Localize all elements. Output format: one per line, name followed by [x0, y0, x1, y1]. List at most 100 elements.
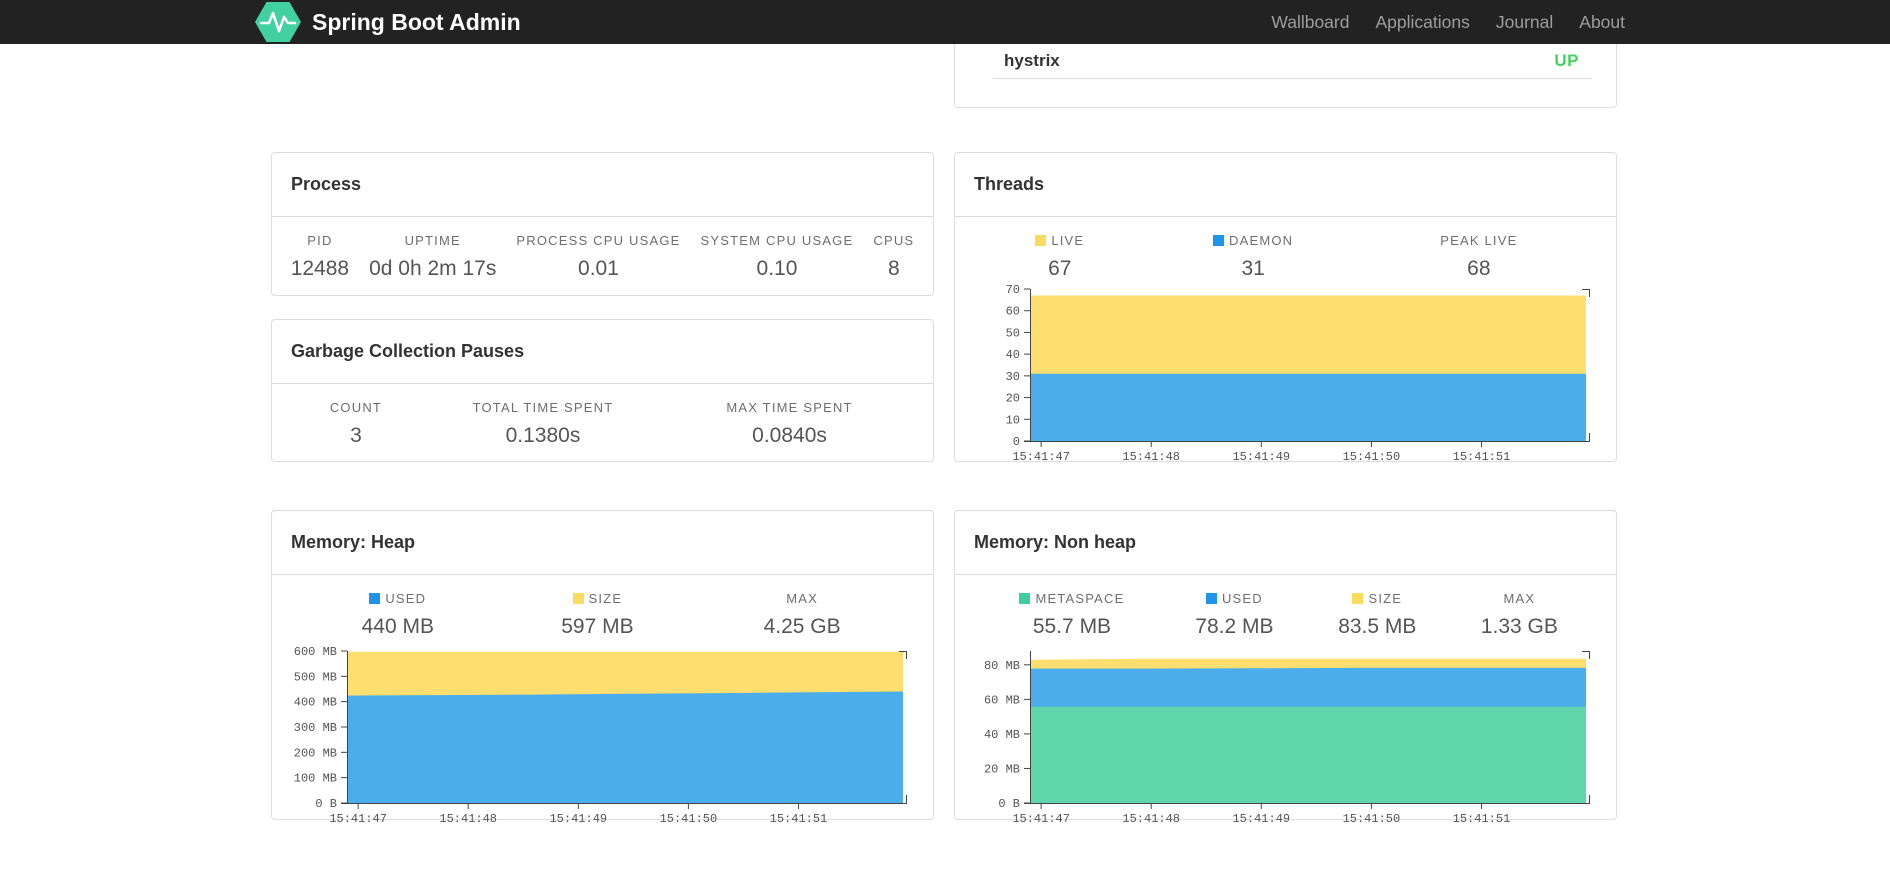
stat-pid: PID 12488 [281, 233, 359, 281]
threads-panel-title: Threads [955, 153, 1616, 217]
svg-text:300 MB: 300 MB [294, 721, 337, 735]
stat-value: 0.0840s [752, 424, 827, 447]
svg-text:15:41:49: 15:41:49 [1232, 812, 1290, 826]
svg-text:30: 30 [1006, 370, 1020, 384]
threads-stats: LIVE 67 DAEMON 31 PEAK LIVE 68 [981, 233, 1590, 281]
used-legend-swatch [369, 593, 381, 604]
stat-value: 597 MB [561, 615, 634, 638]
stat-label: LIVE [991, 233, 1129, 248]
svg-text:10: 10 [1006, 413, 1020, 427]
stat-uptime: UPTIME 0d 0h 2m 17s [359, 233, 506, 281]
svg-text:15:41:48: 15:41:48 [1122, 450, 1180, 464]
process-stats: PID 12488 UPTIME 0d 0h 2m 17s PROCESS CP… [281, 233, 925, 281]
stat-label-text: SIZE [1368, 591, 1403, 606]
used-legend-swatch [1205, 593, 1217, 604]
svg-text:50: 50 [1006, 326, 1020, 340]
gc-stats: COUNT 3 TOTAL TIME SPENT 0.1380s MAX TIM… [298, 400, 907, 448]
nav-links: Wallboard Applications Journal About [1258, 0, 1638, 44]
svg-text:70: 70 [1006, 285, 1020, 297]
navbar: Spring Boot Admin Wallboard Applications… [0, 0, 1890, 44]
stat-threads-live: LIVE 67 [981, 233, 1139, 281]
spring-boot-admin-logo-icon [255, 2, 301, 42]
stat-label: COUNT [329, 400, 383, 415]
svg-text:40: 40 [1006, 348, 1020, 362]
brand[interactable]: Spring Boot Admin [255, 0, 521, 44]
stat-value: 1.33 GB [1480, 615, 1558, 638]
svg-text:15:41:49: 15:41:49 [549, 812, 607, 826]
svg-text:20 MB: 20 MB [984, 762, 1020, 776]
stat-gc-max-time: MAX TIME SPENT 0.0840s [672, 400, 907, 448]
process-panel: Process PID 12488 UPTIME 0d 0h 2m 17s PR… [271, 152, 934, 296]
nav-applications[interactable]: Applications [1362, 12, 1482, 33]
stat-system-cpu-usage: SYSTEM CPU USAGE 0.10 [691, 233, 864, 281]
svg-text:15:41:47: 15:41:47 [1012, 450, 1070, 464]
nonheap-panel-title: Memory: Non heap [955, 511, 1616, 575]
stat-value: 0.10 [756, 257, 798, 280]
threads-panel: Threads LIVE 67 DAEMON 31 PEAK LIVE 68 7… [954, 152, 1617, 464]
daemon-legend-swatch [1213, 235, 1225, 246]
stat-label-text: USED [1221, 591, 1263, 606]
nav-journal[interactable]: Journal [1483, 12, 1566, 33]
svg-text:60: 60 [1006, 305, 1020, 319]
stat-label: DAEMON [1149, 233, 1358, 248]
live-legend-swatch [1035, 235, 1047, 246]
stat-value: 0.01 [578, 257, 619, 280]
stat-gc-total-time: TOTAL TIME SPENT 0.1380s [414, 400, 672, 448]
stat-label: UPTIME [404, 233, 461, 248]
stat-value: 8 [887, 257, 900, 280]
application-status-panel: hystrix UP [954, 44, 1617, 108]
stat-value: 3 [350, 424, 362, 447]
page: Spring Boot Admin Wallboard Applications… [0, 0, 1890, 892]
svg-text:15:41:50: 15:41:50 [1343, 812, 1401, 826]
stat-label: MAX [1503, 591, 1536, 606]
stat-value: 0d 0h 2m 17s [369, 257, 497, 280]
process-panel-title: Process [272, 153, 933, 217]
gc-panel-title: Garbage Collection Pauses [272, 320, 933, 384]
svg-text:0: 0 [1013, 435, 1020, 449]
svg-text:15:41:48: 15:41:48 [439, 812, 497, 826]
heap-panel-title: Memory: Heap [272, 511, 933, 575]
stat-label-text: METASPACE [1035, 591, 1125, 606]
stat-label: USED [1173, 591, 1296, 606]
stat-heap-used: USED 440 MB [298, 591, 498, 639]
stat-label: SYSTEM CPU USAGE [700, 233, 854, 248]
size-legend-swatch [572, 593, 584, 604]
stat-heap-size: SIZE 597 MB [498, 591, 698, 639]
svg-text:500 MB: 500 MB [294, 670, 337, 684]
svg-text:0 B: 0 B [998, 797, 1020, 811]
stat-gc-count: COUNT 3 [298, 400, 414, 448]
stat-value: 83.5 MB [1338, 615, 1417, 638]
nav-about[interactable]: About [1566, 12, 1638, 33]
svg-text:15:41:50: 15:41:50 [1343, 450, 1401, 464]
svg-text:80 MB: 80 MB [984, 659, 1020, 673]
memory-nonheap-chart: 80 MB 60 MB 40 MB 20 MB 0 B15:41:47 15:41:48 1… [984, 651, 1590, 826]
svg-text:100 MB: 100 MB [294, 772, 337, 786]
stat-label-text: LIVE [1051, 233, 1085, 248]
stat-label: PID [307, 233, 333, 248]
stat-nonheap-size: SIZE 83.5 MB [1306, 591, 1449, 639]
gc-pauses-panel: Garbage Collection Pauses COUNT 3 TOTAL … [271, 319, 934, 462]
stat-nonheap-used: USED 78.2 MB [1163, 591, 1306, 639]
svg-text:60 MB: 60 MB [984, 693, 1020, 707]
stat-label: CPUS [873, 233, 915, 248]
stat-value: 31 [1241, 257, 1265, 280]
svg-text:20: 20 [1006, 392, 1020, 406]
nav-wallboard[interactable]: Wallboard [1258, 12, 1362, 33]
size-legend-swatch [1352, 593, 1364, 604]
application-row[interactable]: hystrix UP [993, 44, 1592, 79]
nonheap-stats: METASPACE 55.7 MB USED 78.2 MB SIZE 83.5… [981, 591, 1590, 639]
application-name[interactable]: hystrix [1004, 51, 1060, 71]
stat-label-text: SIZE [588, 591, 623, 606]
stat-cpus: CPUS 8 [863, 233, 924, 281]
svg-text:15:41:47: 15:41:47 [329, 812, 387, 826]
stat-label: PEAK LIVE [1440, 233, 1518, 248]
stat-label: SIZE [1316, 591, 1439, 606]
threads-chart: 70 60 50 40 30 20 10 015:41:47 15:41:48 15:41:49 1… [1006, 285, 1590, 464]
stat-process-cpu-usage: PROCESS CPU USAGE 0.01 [506, 233, 690, 281]
svg-text:15:41:49: 15:41:49 [1232, 450, 1290, 464]
svg-text:15:41:48: 15:41:48 [1122, 812, 1180, 826]
svg-text:40 MB: 40 MB [984, 728, 1020, 742]
svg-text:0 B: 0 B [315, 797, 337, 811]
stat-value: 4.25 GB [763, 615, 841, 638]
svg-text:15:41:51: 15:41:51 [1453, 812, 1511, 826]
